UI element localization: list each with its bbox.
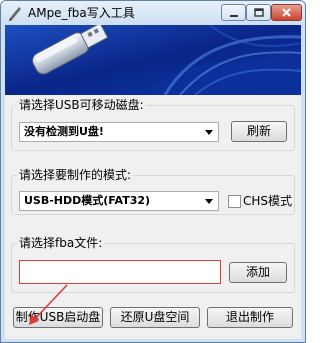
window-title: AMpe_fba写入工具 [28,6,135,20]
usb-drive-illustration [5,25,301,95]
minimize-icon [229,14,238,17]
annotation-arrow-icon [29,284,68,325]
close-button[interactable] [271,4,302,21]
title-bar[interactable]: AMpe_fba写入工具 [1,1,305,25]
main-panel: 请选择USB可移动磁盘: 没有检测到U盘! 刷新 请选择要制作的模式: USB-… [5,95,301,339]
maximize-button[interactable] [246,4,271,21]
banner-image [5,25,301,95]
close-icon [282,8,291,17]
app-window: AMpe_fba写入工具 请选择USB可移动磁盘: 没有检测到U盘! 刷新 请选… [0,0,306,343]
minimize-button[interactable] [221,4,246,21]
app-icon [9,7,21,21]
maximize-icon [253,7,264,17]
